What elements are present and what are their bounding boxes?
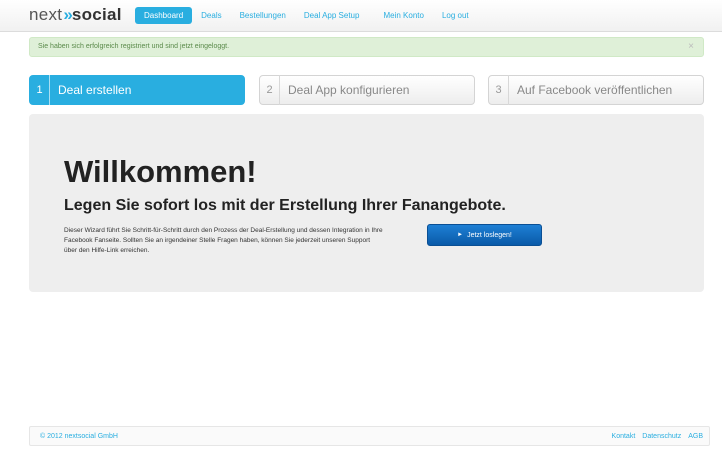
close-icon[interactable]: × xyxy=(688,41,694,52)
play-icon: ► xyxy=(457,232,464,238)
step-label: Deal App konfigurieren xyxy=(288,83,410,97)
start-button-label: Jetzt loslegen! xyxy=(467,231,512,239)
logo-social: social xyxy=(71,5,122,24)
step-label: Deal erstellen xyxy=(58,83,132,97)
brand-logo[interactable]: next»social xyxy=(29,5,122,25)
step-label: Auf Facebook veröffentlichen xyxy=(517,83,673,97)
nav-deal-app-setup[interactable]: Deal App Setup xyxy=(295,7,369,24)
step-number: 2 xyxy=(260,75,280,105)
alert-message: Sie haben sich erfolgreich registriert u… xyxy=(38,43,230,50)
step-deal-app-konfigurieren[interactable]: 2 Deal App konfigurieren xyxy=(259,75,475,105)
footer: © 2012 nextsocial GmbH Kontakt Datenschu… xyxy=(29,426,710,446)
logo-next: next xyxy=(29,5,63,24)
page-title: Willkommen! xyxy=(64,154,257,189)
footer-link-kontakt[interactable]: Kontakt xyxy=(612,433,636,440)
step-auf-facebook-veroeffentlichen[interactable]: 3 Auf Facebook veröffentlichen xyxy=(488,75,704,105)
hero-subtitle: Legen Sie sofort los mit der Erstellung … xyxy=(64,197,506,214)
nav-mein-konto[interactable]: Mein Konto xyxy=(374,7,432,24)
start-button[interactable]: ► Jetzt loslegen! xyxy=(427,224,542,246)
nav-bestellungen[interactable]: Bestellungen xyxy=(231,7,295,24)
hero-description: Dieser Wizard führt Sie Schritt-für-Schr… xyxy=(64,227,383,254)
nav-deals[interactable]: Deals xyxy=(192,7,230,24)
step-number: 3 xyxy=(489,75,509,105)
footer-links: Kontakt Datenschutz AGB xyxy=(605,433,703,440)
nav-dashboard[interactable]: Dashboard xyxy=(135,7,193,24)
step-number: 1 xyxy=(30,75,50,105)
welcome-hero: Willkommen! Legen Sie sofort los mit der… xyxy=(29,114,704,292)
step-deal-erstellen[interactable]: 1 Deal erstellen xyxy=(29,75,245,105)
footer-link-datenschutz[interactable]: Datenschutz xyxy=(642,433,681,440)
navbar: next»social Dashboard Deals Bestellungen… xyxy=(0,0,722,32)
logo-arrows: » xyxy=(63,5,73,24)
footer-link-agb[interactable]: AGB xyxy=(688,433,703,440)
main-nav: Dashboard Deals Bestellungen Deal App Se… xyxy=(135,7,478,24)
success-alert: Sie haben sich erfolgreich registriert u… xyxy=(29,37,704,57)
nav-log-out[interactable]: Log out xyxy=(433,7,478,24)
copyright: © 2012 nextsocial GmbH xyxy=(40,433,118,440)
